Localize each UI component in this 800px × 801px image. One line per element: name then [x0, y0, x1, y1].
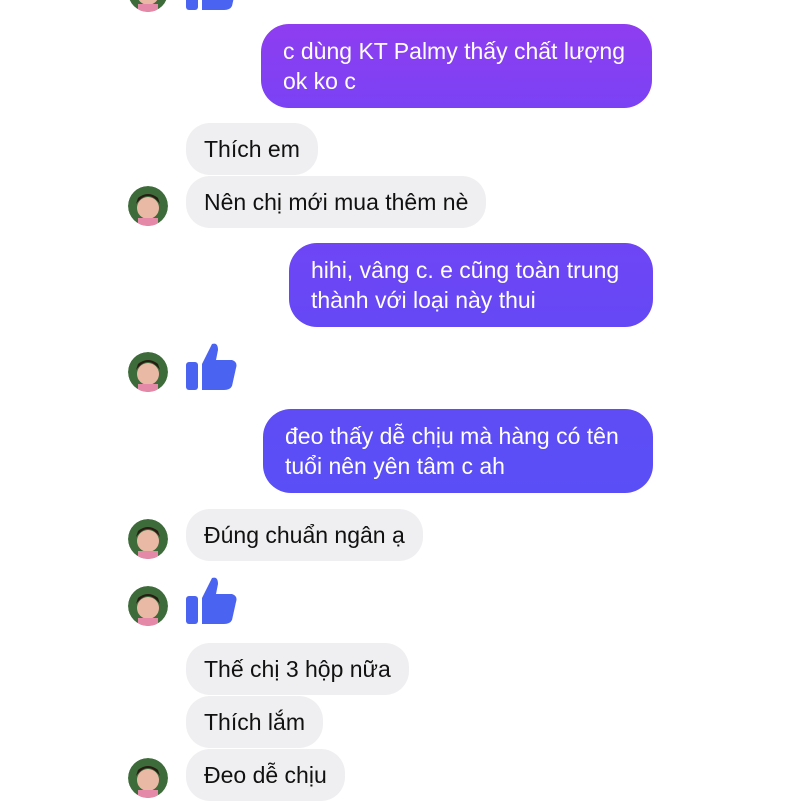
message-text: hihi, vâng c. e cũng toàn trung thành vớ… — [311, 257, 620, 313]
outgoing-message[interactable]: c dùng KT Palmy thấy chất lượng ok ko c — [261, 24, 652, 108]
avatar[interactable] — [128, 0, 168, 12]
message-text: đeo thấy dễ chịu mà hàng có tên tuổi nên… — [285, 423, 619, 479]
thumbs-up-icon[interactable] — [184, 340, 238, 392]
incoming-message[interactable]: Thích em — [186, 123, 318, 175]
incoming-message[interactable]: Thích lắm — [186, 696, 323, 748]
outgoing-message[interactable]: hihi, vâng c. e cũng toàn trung thành vớ… — [289, 243, 653, 327]
message-text: Đúng chuẩn ngân ạ — [204, 522, 405, 548]
avatar[interactable] — [128, 758, 168, 798]
thumbs-up-icon[interactable] — [184, 0, 238, 12]
thumbs-up-icon[interactable] — [184, 574, 238, 626]
message-text: Thích em — [204, 136, 300, 162]
message-text: Đeo dễ chịu — [204, 762, 327, 788]
message-text: c dùng KT Palmy thấy chất lượng ok ko c — [283, 38, 626, 94]
avatar[interactable] — [128, 519, 168, 559]
outgoing-message[interactable]: đeo thấy dễ chịu mà hàng có tên tuổi nên… — [263, 409, 653, 493]
message-thread: c dùng KT Palmy thấy chất lượng ok ko c … — [0, 0, 800, 801]
avatar[interactable] — [128, 352, 168, 392]
incoming-message[interactable]: Nên chị mới mua thêm nè — [186, 176, 487, 228]
avatar[interactable] — [128, 186, 168, 226]
incoming-message[interactable]: Đeo dễ chịu — [186, 749, 345, 801]
message-text: Nên chị mới mua thêm nè — [204, 189, 469, 215]
avatar[interactable] — [128, 586, 168, 626]
incoming-message[interactable]: Đúng chuẩn ngân ạ — [186, 509, 423, 561]
message-text: Thích lắm — [204, 709, 305, 735]
message-text: Thế chị 3 hộp nữa — [204, 656, 391, 682]
incoming-message[interactable]: Thế chị 3 hộp nữa — [186, 643, 409, 695]
